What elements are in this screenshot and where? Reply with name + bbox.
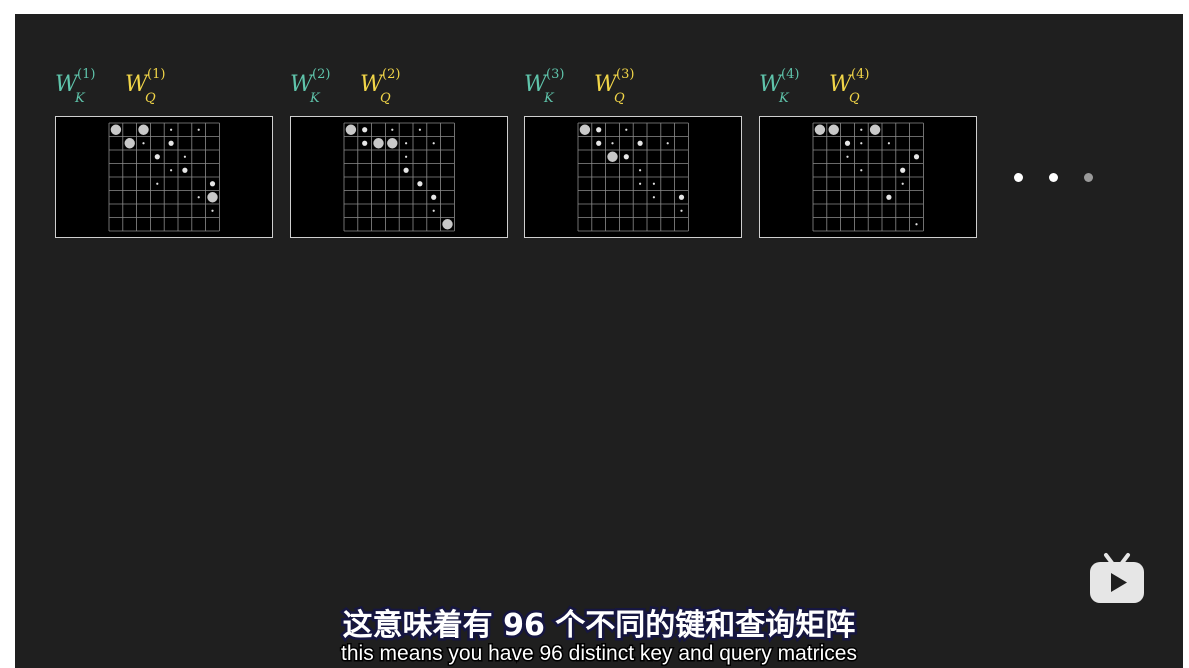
matrix-entry: [913, 154, 920, 160]
matrix-entry: [373, 138, 384, 149]
ellipsis-dot: [1014, 173, 1023, 182]
matrix-entry: [362, 127, 368, 133]
matrix-entry: [596, 127, 602, 133]
ellipsis-dot: [1084, 173, 1093, 182]
matrix-entry: [625, 128, 628, 131]
matrix-entry: [431, 194, 437, 200]
wk-label: W K (4): [759, 67, 800, 106]
matrix-entry: [405, 155, 408, 158]
matrix-entry: [138, 124, 149, 135]
video-frame[interactable]: W K (1) W Q (1) W K (2) W Q (2) W K (3) W Q (3) W K (4) W Q (4)…: [15, 14, 1183, 668]
matrix-entry: [680, 209, 683, 212]
matrix-entry: [869, 124, 881, 135]
matrix-entry: [639, 169, 642, 172]
matrix-entry: [156, 182, 159, 185]
head-4-matrix-panel: [759, 116, 977, 238]
matrix-entry: [345, 124, 357, 135]
matrix-entry: [142, 142, 145, 145]
matrix-entry: [860, 128, 863, 131]
more-ellipsis: [1005, 168, 1105, 188]
matrix-entry: [579, 124, 591, 135]
wq-label: W Q (1): [125, 67, 166, 106]
matrix-entry: [432, 209, 435, 212]
matrix-entry: [611, 142, 614, 145]
matrix-entry: [901, 182, 904, 185]
head-3-matrix-panel: [524, 116, 742, 238]
matrix-entry: [183, 155, 186, 158]
matrix-entry: [197, 128, 200, 131]
matrix-entry: [211, 209, 214, 212]
matrix-entry: [652, 182, 655, 185]
matrix-entry: [362, 140, 368, 146]
head-2-matrix-panel: [290, 116, 508, 238]
subtitle-english: this means you have 96 distinct key and …: [340, 641, 859, 667]
wk-label: W K (3): [524, 67, 565, 106]
matrix-entry: [678, 194, 685, 200]
matrix-entry: [814, 124, 826, 135]
matrix-entry: [652, 196, 655, 199]
matrix-entry: [442, 219, 453, 230]
wq-label: W Q (2): [360, 67, 401, 106]
matrix-entry: [207, 192, 218, 203]
matrix-entry: [124, 138, 135, 149]
matrix-entry: [846, 155, 849, 158]
matrix-entry: [915, 223, 918, 226]
matrix-entry: [596, 140, 602, 146]
matrix-entry: [607, 151, 618, 162]
matrix-entry: [403, 167, 409, 173]
matrix-entry: [387, 138, 398, 149]
matrix-entry: [623, 154, 629, 160]
subtitle-chinese: 这意味着有 96 个不同的键和查询矩阵: [340, 606, 858, 646]
matrix-entry: [844, 140, 851, 146]
matrix-entry: [637, 140, 643, 146]
matrix-entry: [170, 169, 173, 172]
matrix-entry: [860, 169, 863, 172]
ellipsis-dot: [1049, 173, 1058, 182]
wq-label: W Q (3): [594, 67, 635, 106]
matrix-entry: [197, 196, 200, 199]
head-1-matrix-panel: [55, 116, 273, 238]
matrix-entry: [168, 140, 174, 146]
matrix-entry: [432, 142, 435, 145]
matrix-entry: [182, 167, 188, 173]
matrix-entry: [170, 128, 173, 131]
matrix-entry: [887, 142, 890, 145]
matrix-entry: [405, 142, 408, 145]
matrix-entry: [110, 124, 122, 135]
matrix-entry: [209, 181, 216, 187]
wq-label: W Q (4): [829, 67, 870, 106]
matrix-entry: [666, 142, 669, 145]
matrix-entry: [828, 124, 839, 135]
head-2-labels: W K (2) W Q (2): [290, 67, 520, 112]
head-3-labels: W K (3) W Q (3): [524, 67, 754, 112]
wk-label: W K (1): [55, 67, 96, 106]
bilibili-tv-icon[interactable]: [1089, 552, 1145, 606]
matrix-entry: [900, 167, 906, 173]
matrix-entry: [639, 182, 642, 185]
matrix-entry: [417, 181, 423, 187]
head-1-labels: W K (1) W Q (1): [55, 67, 285, 112]
matrix-entry: [154, 154, 160, 160]
wk-label: W K (2): [290, 67, 331, 106]
matrix-entry: [860, 142, 863, 145]
matrix-entry: [391, 128, 394, 131]
matrix-entry: [886, 194, 892, 200]
matrix-entry: [418, 128, 421, 131]
head-4-labels: W K (4) W Q (4): [759, 67, 989, 112]
